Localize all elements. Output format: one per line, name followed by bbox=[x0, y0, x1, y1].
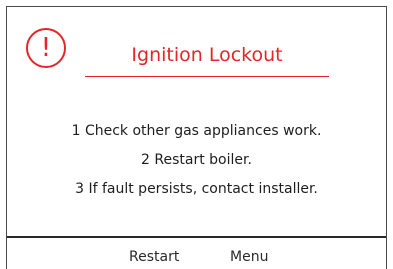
page-title: Ignition Lockout bbox=[131, 44, 283, 66]
instruction-step-2: 2 Restart boiler. bbox=[141, 152, 252, 168]
menu-button[interactable]: Menu bbox=[230, 247, 268, 267]
exclamation-circle-icon: ! bbox=[26, 28, 66, 68]
instruction-step-1: 1 Check other gas appliances work. bbox=[71, 123, 322, 139]
boiler-display-screen: ! Ignition Lockout 1 Check other gas app… bbox=[6, 6, 387, 269]
title-underline bbox=[85, 76, 329, 77]
restart-button[interactable]: Restart bbox=[129, 247, 179, 267]
instruction-list: 1 Check other gas appliances work. 2 Res… bbox=[7, 117, 386, 204]
softkey-divider bbox=[7, 236, 386, 238]
instruction-step-3: 3 If fault persists, contact installer. bbox=[75, 181, 318, 197]
